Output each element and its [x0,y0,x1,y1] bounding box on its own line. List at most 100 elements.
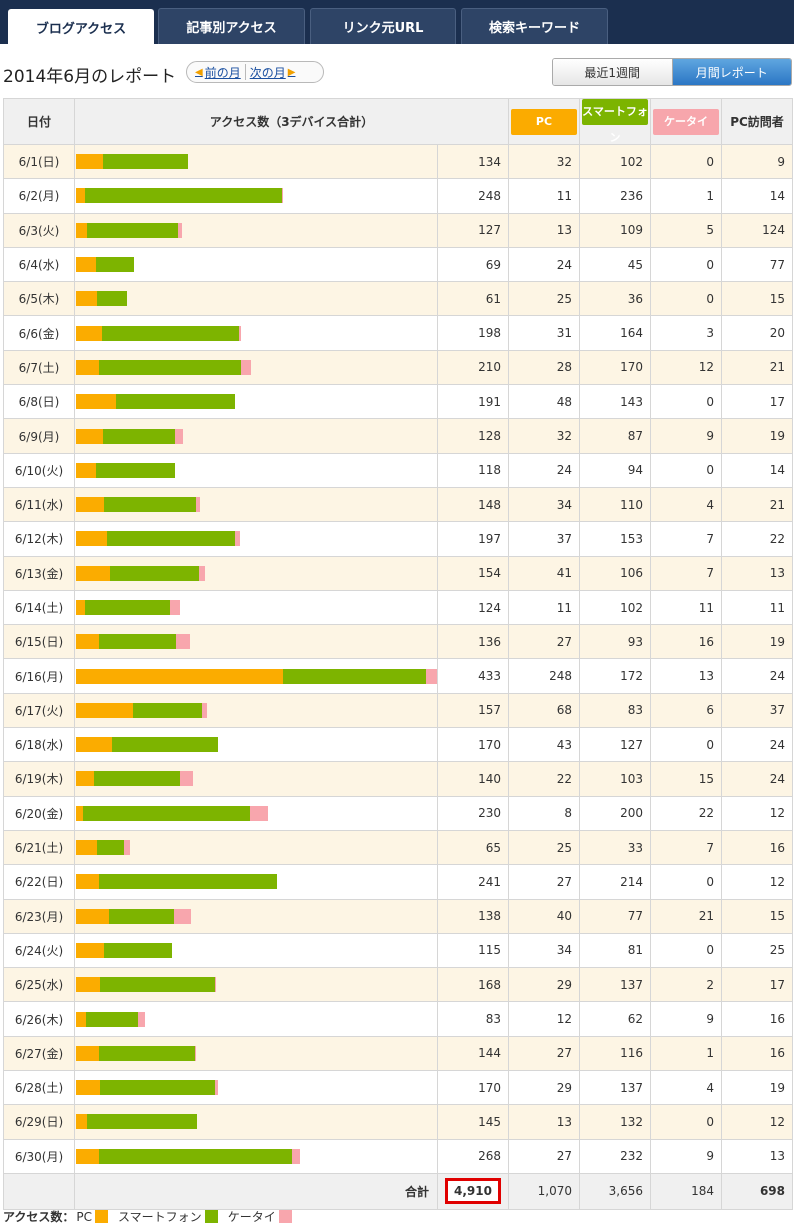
row-smartphone: 36 [579,281,651,317]
row-pc-visitors: 12 [721,864,793,900]
bar-segment-pc [76,668,283,684]
row-pc-visitors: 15 [721,281,793,317]
table-row: 6/28(土) 170 29 137 4 19 [3,1070,793,1106]
stacked-bar [76,1045,437,1061]
bar-segment-smartphone [99,359,242,375]
row-keitai: 9 [650,1001,722,1037]
row-pc-visitors: 124 [721,212,793,248]
row-total: 157 [437,692,509,729]
month-navigation: ◀ 前の月 次の月 ▶ [186,61,324,83]
row-access-bar [74,1001,438,1037]
row-pc: 31 [508,315,580,351]
table-row: 6/13(金) 154 41 106 7 13 [3,555,793,591]
table-row: 6/23(月) 138 40 77 21 15 [3,898,793,934]
header-pc-visitors: PC訪問者 [721,98,793,145]
table-row: 6/14(土) 124 11 102 11 11 [3,589,793,626]
bar-segment-pc [76,188,86,204]
row-keitai: 15 [650,761,722,797]
row-smartphone: 103 [579,761,651,797]
bar-segment-smartphone [82,805,250,821]
report-title: 2014年6月のレポート [3,67,177,87]
row-pc-visitors: 12 [721,1104,793,1140]
total-pc-value: 1,070 [508,1172,580,1210]
bar-segment-smartphone [98,1148,293,1164]
row-date: 6/14(土) [3,589,75,626]
table-row: 6/2(月) 248 11 236 1 14 [3,178,793,214]
row-keitai: 11 [650,589,722,626]
stacked-bar [76,291,437,307]
row-keitai: 4 [650,486,722,523]
table-row: 6/4(水) 69 24 45 0 77 [3,246,793,283]
row-date: 6/28(土) [3,1070,75,1106]
row-keitai: 4 [650,1070,722,1106]
row-pc-visitors: 24 [721,761,793,797]
row-pc: 40 [508,898,580,934]
row-total: 198 [437,315,509,351]
bar-segment-keitai [238,325,242,341]
row-total: 61 [437,281,509,317]
row-keitai: 0 [650,281,722,317]
monthly-report-button[interactable]: 月間レポート [671,59,791,85]
row-smartphone: 172 [579,658,651,694]
bar-segment-pc [76,291,97,307]
row-date: 6/22(日) [3,864,75,900]
bar-segment-pc [76,359,100,375]
row-total: 154 [437,555,509,591]
stacked-bar [76,771,437,787]
bar-segment-keitai [175,428,183,444]
bar-segment-smartphone [116,394,236,410]
row-date: 6/9(月) [3,418,75,454]
row-date: 6/8(日) [3,384,75,420]
bar-segment-smartphone [86,1011,138,1027]
row-smartphone: 200 [579,795,651,831]
row-access-bar [74,521,438,557]
row-date: 6/17(火) [3,692,75,729]
tab-search-keyword[interactable]: 検索キーワード [461,8,608,44]
bar-segment-pc [76,154,103,170]
table-row: 6/8(日) 191 48 143 0 17 [3,384,793,420]
row-pc: 22 [508,761,580,797]
table-row: 6/3(火) 127 13 109 5 124 [3,212,793,248]
row-access-bar [74,692,438,729]
tab-article-access[interactable]: 記事別アクセス [158,8,305,44]
row-pc-visitors: 24 [721,658,793,694]
tab-referrer-url[interactable]: リンク元URL [310,8,456,44]
row-access-bar [74,829,438,866]
row-smartphone: 81 [579,932,651,969]
recent-week-button[interactable]: 最近1週間 [553,59,672,85]
row-date: 6/13(金) [3,555,75,591]
row-total: 127 [437,212,509,248]
row-pc: 29 [508,1070,580,1106]
prev-month-link[interactable]: ◀ 前の月 [193,64,241,81]
stacked-bar [76,394,437,410]
row-smartphone: 127 [579,727,651,763]
total-access-value: 4,910 [445,1178,501,1205]
table-row: 6/12(木) 197 37 153 7 22 [3,521,793,557]
tab-blog-access[interactable]: ブログアクセス [8,9,154,44]
row-access-bar [74,555,438,591]
table-row: 6/5(木) 61 25 36 0 15 [3,281,793,317]
row-keitai: 0 [650,246,722,283]
legend-pc-swatch [95,1210,109,1223]
row-pc: 34 [508,486,580,523]
row-pc: 34 [508,932,580,969]
row-keitai: 7 [650,521,722,557]
row-total: 191 [437,384,509,420]
table-header-row: 日付 アクセス数（3デバイス合計） PC スマートフォン ケータイ PC訪問者 [3,98,793,145]
bar-segment-smartphone [98,634,177,650]
table-row: 6/16(月) 433 248 172 13 24 [3,658,793,694]
bar-segment-pc [76,1045,99,1061]
row-date: 6/1(日) [3,143,75,180]
row-keitai: 16 [650,624,722,660]
next-month-link[interactable]: 次の月 ▶ [250,64,298,81]
row-access-bar [74,384,438,420]
row-smartphone: 87 [579,418,651,454]
bar-segment-pc [76,771,95,787]
bar-segment-pc [76,1080,101,1096]
row-smartphone: 83 [579,692,651,729]
row-pc-visitors: 19 [721,1070,793,1106]
row-total: 140 [437,761,509,797]
table-row: 6/22(日) 241 27 214 0 12 [3,864,793,900]
bar-segment-keitai [426,668,437,684]
bar-segment-pc [76,462,97,478]
